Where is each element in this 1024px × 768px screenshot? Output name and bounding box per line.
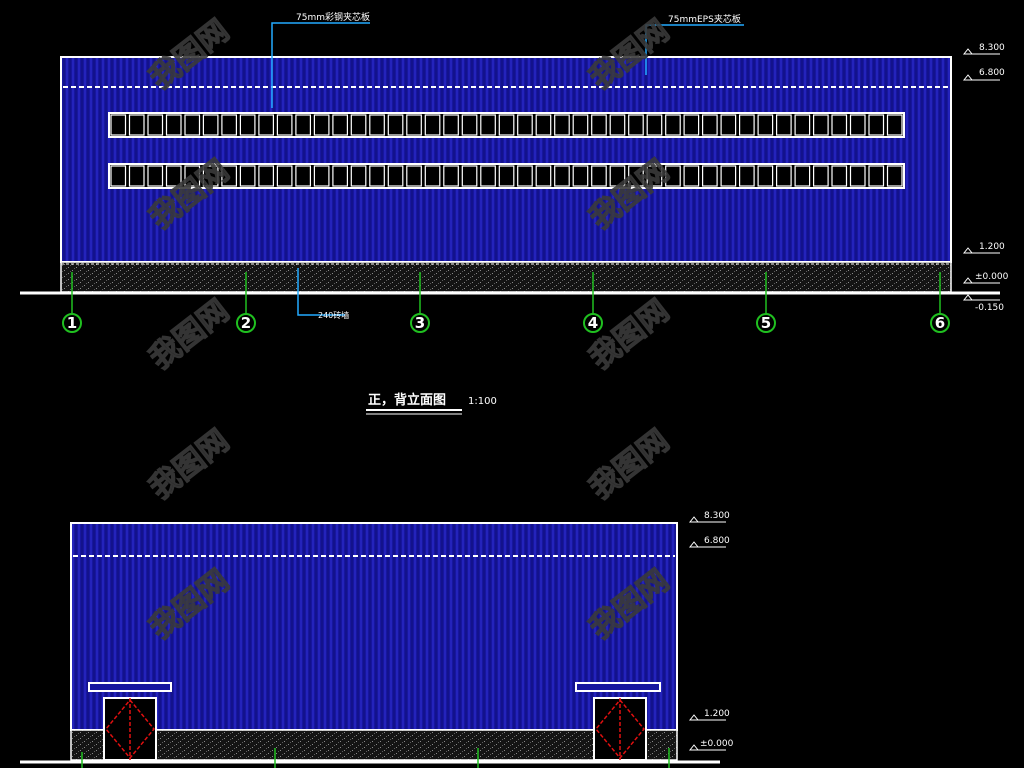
side-elevation-marker-1: 8.300 <box>688 511 730 523</box>
right-door-canopy <box>575 682 661 692</box>
front-elevation-scale: 1:100 <box>468 396 497 407</box>
right-callout-text: 75mmEPS夹芯板 <box>668 13 741 25</box>
cad-drawing-canvas: 75mm彩钢夹芯板 75mmEPS夹芯板 240砖墙 8.300 6.800 1… <box>20 11 1009 768</box>
side-elevation-marker-3: 1.200 <box>688 709 730 721</box>
side-elevation-marker-2: 6.800 <box>688 536 730 548</box>
side-elev-0000: ±0.000 <box>700 739 734 749</box>
front-elev-0000: ±0.000 <box>975 272 1009 282</box>
axis-label: 4 <box>588 314 598 332</box>
front-elevation-title: 正，背立面图 <box>368 392 446 408</box>
front-elevation-marker-2: 6.800 <box>962 68 1005 81</box>
front-elev-minus-0150: -0.150 <box>975 303 1004 313</box>
side-elev-1200: 1.200 <box>704 709 730 719</box>
side-brick-plinth <box>70 729 678 761</box>
side-elevation-marker-4: ±0.000 <box>688 739 734 751</box>
axis-label: 6 <box>935 314 945 332</box>
axis-label: 2 <box>241 314 251 332</box>
watermark-text: 我图网 <box>143 293 235 376</box>
watermark-text: 我图网 <box>143 423 235 506</box>
plinth-callout-text: 240砖墙 <box>318 310 349 320</box>
axis-label: 1 <box>67 314 77 332</box>
watermark-text: 我图网 <box>583 423 675 506</box>
side-elev-6800: 6.800 <box>704 536 730 546</box>
watermark-text: 我图网 <box>583 293 675 376</box>
front-elevation-marker-5: -0.150 <box>962 294 1004 313</box>
axis-label: 5 <box>761 314 771 332</box>
right-door <box>593 697 647 761</box>
left-door <box>103 697 157 761</box>
front-elevation-marker-4: ±0.000 <box>962 272 1009 284</box>
window-row <box>108 112 905 138</box>
left-callout-text: 75mm彩钢夹芯板 <box>296 11 370 23</box>
front-elev-8300: 8.300 <box>979 43 1005 53</box>
side-elevation: 8.300 6.800 1.200 ±0.000 <box>20 511 734 768</box>
front-elevation-marker-1: 8.300 <box>962 43 1005 55</box>
left-door-canopy <box>88 682 172 692</box>
side-elev-8300: 8.300 <box>704 511 730 521</box>
axis-label: 3 <box>415 314 425 332</box>
front-elevation-marker-3: 1.200 <box>962 242 1005 254</box>
front-elev-1200: 1.200 <box>979 242 1005 252</box>
front-brick-plinth <box>60 261 952 293</box>
front-elev-6800: 6.800 <box>979 68 1005 78</box>
